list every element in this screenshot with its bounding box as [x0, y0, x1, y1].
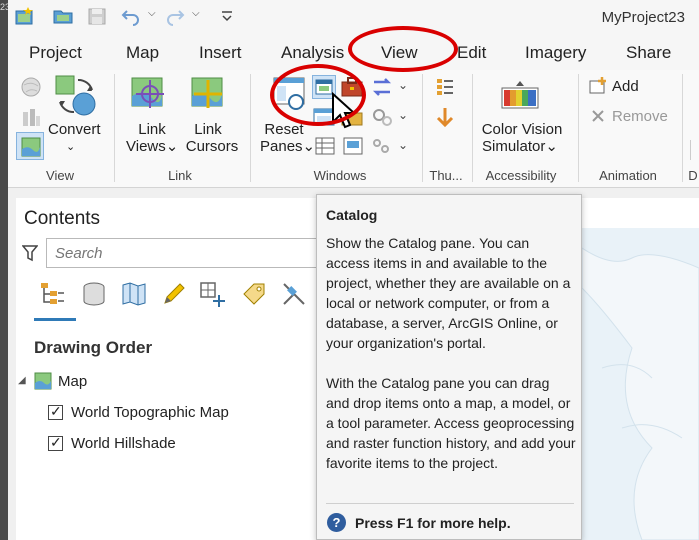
tooltip-help-text: Press F1 for more help. [355, 515, 511, 531]
layer-world-topographic-map[interactable]: World Topographic Map [71, 404, 229, 421]
side-strip-text: 23 [0, 2, 8, 12]
search-input[interactable] [47, 239, 317, 267]
tab-edit[interactable]: Edit [457, 43, 486, 63]
color-vision-icon[interactable] [498, 80, 542, 112]
redo-icon[interactable] [164, 6, 186, 26]
collapse-arrow-icon[interactable]: ◢ [18, 375, 26, 386]
tab-analysis[interactable]: Analysis [281, 43, 344, 63]
tooltip-separator [326, 503, 574, 504]
list-by-labeling-icon[interactable] [240, 280, 268, 308]
drawing-order-title: Drawing Order [34, 338, 153, 357]
annotation-oval-catalog-button [270, 64, 366, 126]
add-button[interactable]: Add [612, 78, 639, 95]
map-view-button[interactable] [16, 132, 44, 160]
active-view-indicator [34, 318, 76, 321]
filter-icon[interactable] [22, 244, 38, 262]
windows-dropdown-3-icon[interactable]: ⌄ [398, 138, 408, 152]
tab-share[interactable]: Share [626, 43, 671, 63]
list-by-selection-icon[interactable] [120, 280, 148, 308]
side-strip: 23 [0, 0, 8, 540]
search-box[interactable] [46, 238, 318, 268]
windows-group-label: Windows [313, 168, 367, 183]
new-project-icon[interactable] [14, 6, 36, 26]
catalog-tooltip: Catalog Show the Catalog pane. You can a… [316, 194, 582, 540]
cut-off-divider [690, 140, 691, 160]
tooltip-title: Catalog [326, 207, 378, 223]
view-group-label: View [46, 168, 74, 183]
link-views-label-2: Views [126, 138, 166, 155]
globe-icon[interactable] [20, 76, 42, 98]
quick-access-toolbar: ⌵ ⌵ MyProject23 [8, 0, 699, 36]
group-separator [250, 74, 251, 182]
tooltip-paragraph-1: Show the Catalog pane. You can access it… [326, 235, 571, 351]
undo-icon[interactable] [120, 6, 142, 26]
animation-group-label: Animation [599, 168, 657, 183]
layer-checkbox-world-topographic[interactable] [48, 403, 63, 420]
arrow-down-icon[interactable] [434, 106, 456, 128]
group-separator [682, 74, 683, 182]
map-item-label[interactable]: Map [58, 373, 87, 390]
customize-toolbar-icon[interactable] [216, 6, 238, 26]
project-title: MyProject23 [601, 9, 685, 26]
link-cursors-icon[interactable] [188, 74, 228, 114]
tooltip-paragraph-2: With the Catalog pane you can drag and d… [326, 375, 576, 471]
convert-icon[interactable] [54, 74, 98, 118]
group-separator [472, 74, 473, 182]
attribute-table-icon[interactable] [314, 136, 336, 156]
windows-dropdown-2-icon[interactable]: ⌄ [398, 108, 408, 122]
link-views-label-1[interactable]: Link [126, 121, 178, 138]
thumbnail-list-icon[interactable] [434, 76, 456, 98]
group-separator [578, 74, 579, 182]
link-views-button[interactable]: Views⌄ [126, 138, 186, 155]
help-icon: ? [327, 513, 346, 532]
list-by-source-icon[interactable] [80, 280, 108, 308]
accessibility-group-label: Accessibility [485, 168, 557, 183]
color-vision-label-2: Simulator [482, 138, 546, 155]
layer-world-hillshade[interactable]: World Hillshade [71, 435, 176, 452]
redo-dropdown-icon[interactable]: ⌵ [192, 8, 200, 19]
remove-button[interactable]: Remove [612, 108, 668, 125]
list-by-snapping-icon[interactable] [198, 280, 226, 308]
list-by-editing-icon[interactable] [160, 280, 188, 308]
convert-button[interactable]: Convert [48, 121, 101, 138]
reset-panes-label-2: Panes [260, 138, 303, 155]
color-vision-label-1[interactable]: Color Vision [478, 121, 566, 138]
contents-title: Contents [24, 208, 101, 229]
map-terrain-icon [582, 247, 699, 540]
save-project-icon[interactable] [86, 6, 108, 26]
python-window-icon[interactable] [370, 76, 394, 98]
layout-window-icon[interactable] [342, 136, 364, 156]
annotation-oval-view-tab [348, 26, 458, 72]
windows-dropdown-icon[interactable]: ⌄ [398, 78, 408, 92]
layer-checkbox-world-hillshade[interactable] [48, 434, 63, 451]
link-views-icon[interactable] [130, 74, 170, 114]
open-project-icon[interactable] [52, 6, 74, 26]
contents-pane: Contents Search Drawing Order ◢ Map ✓ Wo… [16, 198, 318, 540]
tab-imagery[interactable]: Imagery [525, 43, 586, 63]
thumbnail-group-label: Thu... [429, 168, 463, 183]
drawing-order-icon[interactable] [38, 280, 66, 308]
tab-map[interactable]: Map [126, 43, 159, 63]
tab-insert[interactable]: Insert [199, 43, 242, 63]
map-item-icon [34, 372, 52, 390]
group-separator [114, 74, 115, 182]
link-cursors-label-2[interactable]: Cursors [184, 138, 240, 155]
color-vision-simulator-button[interactable]: Simulator⌄ [482, 138, 572, 155]
map-icon [21, 137, 41, 157]
list-by-perspective-icon[interactable] [280, 280, 308, 308]
tab-project[interactable]: Project [29, 43, 82, 63]
cut-off-group-label: D [688, 168, 698, 183]
add-keyframe-icon[interactable] [588, 76, 608, 96]
scene-icon[interactable] [20, 106, 42, 128]
undo-dropdown-icon[interactable]: ⌵ [148, 8, 156, 19]
remove-icon[interactable] [590, 108, 606, 124]
settings-icon[interactable] [370, 106, 394, 128]
convert-dropdown-icon[interactable]: ⌄ [66, 139, 75, 156]
link-cursors-label-1[interactable]: Link [184, 121, 232, 138]
group-separator [422, 74, 423, 182]
gear-cluster-icon[interactable] [370, 136, 392, 156]
link-group-label: Link [168, 168, 192, 183]
